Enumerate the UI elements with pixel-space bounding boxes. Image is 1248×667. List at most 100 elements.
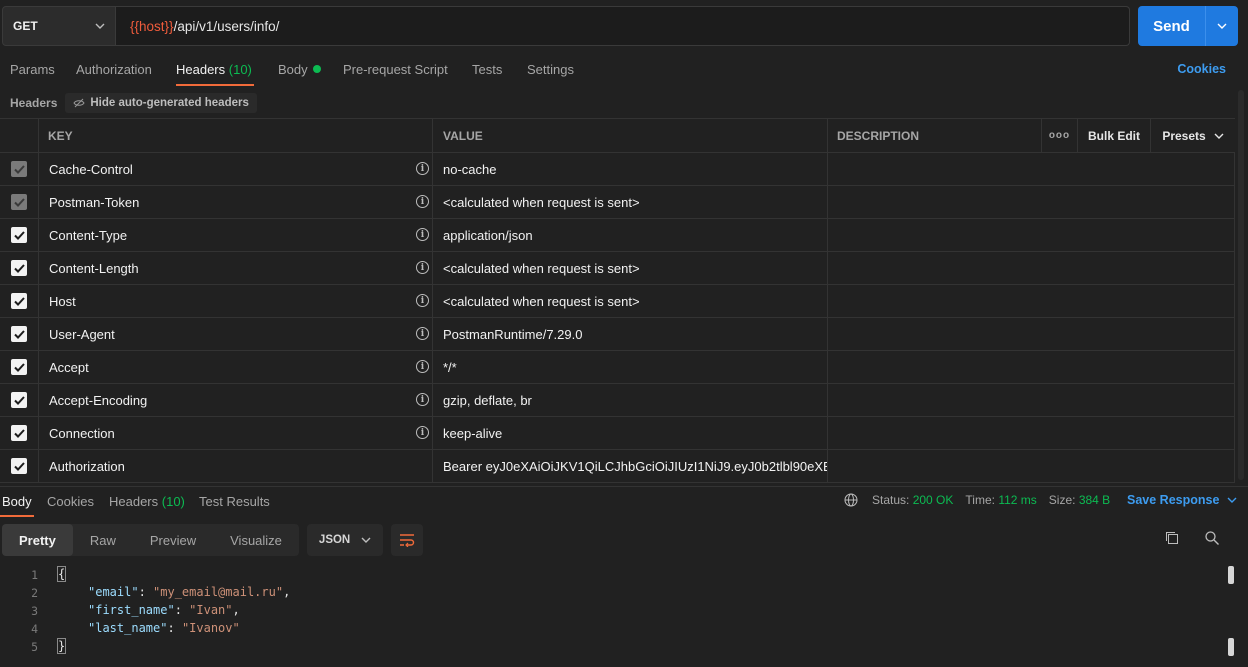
header-description[interactable] xyxy=(827,285,1235,317)
send-button[interactable]: Send xyxy=(1138,6,1206,46)
cookies-link[interactable]: Cookies xyxy=(1177,62,1226,76)
size-value[interactable]: 384 B xyxy=(1079,493,1110,507)
time-value[interactable]: 112 ms xyxy=(998,493,1036,507)
tab-headers-label: Headers xyxy=(176,62,226,77)
view-visualize[interactable]: Visualize xyxy=(213,524,299,556)
row-checkbox[interactable] xyxy=(11,227,27,243)
info-icon[interactable]: i xyxy=(416,426,429,439)
response-tab-cookies[interactable]: Cookies xyxy=(47,494,94,509)
tab-authorization[interactable]: Authorization xyxy=(76,62,152,77)
tab-params[interactable]: Params xyxy=(10,62,55,77)
tab-headers[interactable]: Headers (10) xyxy=(176,62,252,77)
header-key[interactable]: Content-Length xyxy=(38,252,432,284)
row-checkbox[interactable] xyxy=(11,326,27,342)
header-value[interactable]: */* xyxy=(432,351,827,383)
header-key[interactable]: Authorization xyxy=(38,450,432,482)
response-tab-body[interactable]: Body xyxy=(2,494,32,509)
json-key: "first_name" xyxy=(88,603,175,617)
method-select[interactable]: GET xyxy=(2,6,116,46)
header-key[interactable]: Connection xyxy=(38,417,432,449)
active-response-tab-indicator xyxy=(0,515,34,517)
info-icon[interactable]: i xyxy=(416,294,429,307)
row-checkbox[interactable] xyxy=(11,359,27,375)
check-icon xyxy=(13,164,25,174)
row-checkbox-cell xyxy=(0,417,38,449)
table-row: Accept-Encoding i gzip, deflate, br xyxy=(0,384,1235,417)
row-checkbox[interactable] xyxy=(11,161,27,177)
info-icon[interactable]: i xyxy=(416,228,429,241)
view-raw[interactable]: Raw xyxy=(73,524,133,556)
header-value[interactable]: <calculated when request is sent> xyxy=(432,252,827,284)
view-pretty[interactable]: Pretty xyxy=(2,524,73,556)
row-checkbox[interactable] xyxy=(11,260,27,276)
header-value[interactable]: keep-alive xyxy=(432,417,827,449)
header-value[interactable]: Bearer eyJ0eXAiOiJKV1QiLCJhbGciOiJIUzI1N… xyxy=(432,450,827,482)
send-options-button[interactable] xyxy=(1206,6,1238,46)
format-select[interactable]: JSON xyxy=(306,524,383,556)
info-icon[interactable]: i xyxy=(416,162,429,175)
header-key[interactable]: Accept xyxy=(38,351,432,383)
bulk-edit-button[interactable]: Bulk Edit xyxy=(1077,119,1150,153)
header-description[interactable] xyxy=(827,252,1235,284)
info-icon[interactable]: i xyxy=(416,393,429,406)
tab-tests[interactable]: Tests xyxy=(472,62,502,77)
header-value[interactable]: <calculated when request is sent> xyxy=(432,186,827,218)
header-description[interactable] xyxy=(827,153,1235,185)
url-input[interactable]: {{host}}/api/v1/users/info/ xyxy=(116,6,1130,46)
header-value[interactable]: no-cache xyxy=(432,153,827,185)
status-value[interactable]: 200 OK xyxy=(913,493,954,507)
copy-icon[interactable] xyxy=(1164,530,1180,546)
header-description[interactable] xyxy=(827,186,1235,218)
view-preview[interactable]: Preview xyxy=(133,524,213,556)
header-key[interactable]: Postman-Token xyxy=(38,186,432,218)
header-description[interactable] xyxy=(827,318,1235,350)
header-value[interactable]: gzip, deflate, br xyxy=(432,384,827,416)
header-key[interactable]: Content-Type xyxy=(38,219,432,251)
header-key[interactable]: Cache-Control xyxy=(38,153,432,185)
header-value[interactable]: <calculated when request is sent> xyxy=(432,285,827,317)
row-checkbox[interactable] xyxy=(11,293,27,309)
header-key[interactable]: User-Agent xyxy=(38,318,432,350)
code-line: } xyxy=(56,638,67,654)
header-description[interactable] xyxy=(827,384,1235,416)
info-icon[interactable]: i xyxy=(416,360,429,373)
search-icon[interactable] xyxy=(1204,530,1220,546)
header-key[interactable]: Accept-Encoding xyxy=(38,384,432,416)
tab-prerequest-script[interactable]: Pre-request Script xyxy=(343,62,448,77)
row-checkbox[interactable] xyxy=(11,392,27,408)
header-description[interactable] xyxy=(827,417,1235,449)
request-bar: GET {{host}}/api/v1/users/info/ xyxy=(2,6,1130,46)
wrap-lines-button[interactable] xyxy=(390,524,423,556)
row-checkbox[interactable] xyxy=(11,194,27,210)
header-value[interactable]: application/json xyxy=(432,219,827,251)
info-icon[interactable]: i xyxy=(416,327,429,340)
format-label: JSON xyxy=(318,534,351,546)
row-checkbox[interactable] xyxy=(11,425,27,441)
header-value[interactable]: PostmanRuntime/7.29.0 xyxy=(432,318,827,350)
send-button-group: Send xyxy=(1138,6,1238,46)
header-description[interactable] xyxy=(827,450,1235,482)
globe-icon[interactable] xyxy=(844,493,858,507)
save-response-button[interactable]: Save Response xyxy=(1127,493,1237,507)
header-description[interactable] xyxy=(827,219,1235,251)
headers-section-title: Headers xyxy=(10,96,58,110)
code-scrollbar[interactable] xyxy=(1228,566,1234,666)
more-options-button[interactable]: ooo xyxy=(1041,119,1077,153)
response-tab-test-results[interactable]: Test Results xyxy=(199,494,270,509)
table-row: Cache-Control i no-cache xyxy=(0,153,1235,186)
scrollbar[interactable] xyxy=(1238,90,1244,480)
row-checkbox[interactable] xyxy=(11,458,27,474)
scrollbar-thumb[interactable] xyxy=(1228,638,1234,656)
response-tab-headers[interactable]: Headers (10) xyxy=(109,494,185,509)
line-number: 1 xyxy=(31,568,38,582)
presets-dropdown[interactable]: Presets xyxy=(1150,119,1235,153)
scrollbar-thumb[interactable] xyxy=(1228,566,1234,584)
header-key[interactable]: Host xyxy=(38,285,432,317)
tab-body[interactable]: Body xyxy=(278,62,321,77)
info-icon[interactable]: i xyxy=(416,261,429,274)
check-icon xyxy=(13,263,25,273)
hide-auto-headers-button[interactable]: Hide auto-generated headers xyxy=(65,93,257,113)
info-icon[interactable]: i xyxy=(416,195,429,208)
tab-settings[interactable]: Settings xyxy=(527,62,574,77)
header-description[interactable] xyxy=(827,351,1235,383)
